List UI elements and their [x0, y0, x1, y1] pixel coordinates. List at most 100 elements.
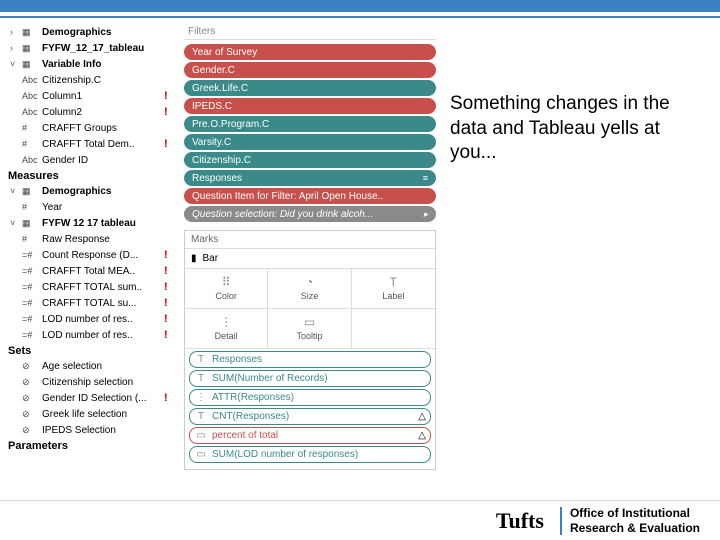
field-label: FYFW_12_17_tableau — [42, 43, 160, 54]
marks-size-button[interactable]: ◔ Size — [268, 269, 351, 309]
shelf-pill-label: Responses — [212, 354, 426, 365]
shelf-pill-label: ATTR(Responses) — [212, 392, 426, 403]
measure-field[interactable]: ˅▦Demographics — [8, 183, 176, 199]
filter-pill[interactable]: Question Item for Filter: April Open Hou… — [184, 188, 436, 204]
marks-shelf-pill[interactable]: TSUM(Number of Records) — [189, 370, 431, 387]
marks-shelf-pill[interactable]: ▭percent of total△ — [189, 427, 431, 444]
type-icon: # — [22, 123, 38, 133]
pill-label: Question Item for Filter: April Open Hou… — [192, 191, 428, 202]
fields-panel: ›▦Demographics›▦FYFW_12_17_tableau˅▦Vari… — [0, 22, 180, 492]
parameters-heading: Parameters — [8, 440, 176, 452]
marks-tooltip-button[interactable]: ▭ Tooltip — [268, 309, 351, 349]
filter-pill[interactable]: Pre.O.Program.C — [184, 116, 436, 132]
marks-cell-label: Size — [301, 291, 319, 301]
marks-type-label: Bar — [203, 253, 219, 264]
measure-field[interactable]: =#CRAFFT Total MEA..! — [8, 263, 176, 279]
shelf-pill-label: CNT(Responses) — [212, 411, 414, 422]
filter-pill[interactable]: Question selection: Did you drink alcoh.… — [184, 206, 436, 222]
dimension-field[interactable]: #CRAFFT Total Dem..! — [8, 136, 176, 152]
marks-cell-label: Color — [215, 291, 237, 301]
field-label: Raw Response — [42, 234, 160, 245]
dimension-field[interactable]: #CRAFFT Groups — [8, 120, 176, 136]
set-field[interactable]: ⊘Age selection — [8, 358, 176, 374]
filter-pill[interactable]: Gender.C — [184, 62, 436, 78]
dimension-field[interactable]: ›▦FYFW_12_17_tableau — [8, 40, 176, 56]
measure-field[interactable]: =#LOD number of res..! — [8, 327, 176, 343]
field-label: LOD number of res.. — [42, 314, 160, 325]
expand-icon: › — [10, 27, 18, 37]
measure-field[interactable]: #Year — [8, 199, 176, 215]
measure-field[interactable]: =#LOD number of res..! — [8, 311, 176, 327]
type-icon: =# — [22, 330, 38, 340]
shelf-pill-label: SUM(Number of Records) — [212, 373, 426, 384]
dimension-field[interactable]: ›▦Demographics — [8, 24, 176, 40]
type-icon: ⊘ — [22, 377, 38, 388]
dimension-field[interactable]: AbcGender ID — [8, 152, 176, 168]
type-icon: ⊘ — [22, 361, 38, 372]
alert-icon: ! — [164, 281, 174, 293]
marks-cell-icon: ◔ — [272, 275, 346, 289]
dimension-field[interactable]: ˅▦Variable Info — [8, 56, 176, 72]
filter-pill[interactable]: Year of Survey — [184, 44, 436, 60]
filter-pill[interactable]: IPEDS.C — [184, 98, 436, 114]
filter-pill[interactable]: Responses ≡ — [184, 170, 436, 186]
card-panel: Filters Year of SurveyGender.CGreek.Life… — [180, 22, 440, 492]
tufts-logo: Tufts — [496, 508, 544, 534]
marks-shelf-pill[interactable]: TResponses — [189, 351, 431, 368]
field-label: Column1 — [42, 91, 160, 102]
dimension-field[interactable]: AbcColumn1! — [8, 88, 176, 104]
marks-shelf-pill[interactable]: TCNT(Responses)△ — [189, 408, 431, 425]
measure-field[interactable]: ˅▦FYFW 12 17 tableau — [8, 215, 176, 231]
set-field[interactable]: ⊘Greek life selection — [8, 406, 176, 422]
measure-field[interactable]: =#CRAFFT TOTAL su...! — [8, 295, 176, 311]
marks-color-button[interactable]: ⠿Color — [185, 269, 268, 309]
pill-label: Citizenship.C — [192, 155, 428, 166]
measure-field[interactable]: =#CRAFFT TOTAL sum..! — [8, 279, 176, 295]
marks-cell-label: Tooltip — [296, 331, 322, 341]
pill-icon: ≡ — [423, 173, 428, 183]
measure-field[interactable]: =#Count Response (D...! — [8, 247, 176, 263]
type-icon: =# — [22, 314, 38, 324]
field-label: FYFW 12 17 tableau — [42, 218, 160, 229]
marks-detail-button[interactable]: ⋮Detail — [185, 309, 268, 349]
pill-label: Responses — [192, 173, 419, 184]
field-label: Demographics — [42, 186, 160, 197]
set-field[interactable]: ⊘Gender ID Selection (...! — [8, 390, 176, 406]
pill-label: Gender.C — [192, 65, 428, 76]
type-icon: # — [22, 234, 38, 244]
alert-icon: ! — [164, 392, 174, 404]
shelf-pill-label: percent of total — [212, 430, 414, 441]
marks-cell-icon: ▭ — [272, 315, 346, 329]
dimension-field[interactable]: AbcCitizenship.C — [8, 72, 176, 88]
filter-pill[interactable]: Greek.Life.C — [184, 80, 436, 96]
bar-icon: ▮ — [191, 253, 197, 264]
marks-label-button[interactable]: TLabel — [352, 269, 435, 309]
slide-rule — [0, 16, 720, 18]
set-field[interactable]: ⊘Citizenship selection — [8, 374, 176, 390]
filter-pill[interactable]: Varsity.C — [184, 134, 436, 150]
field-label: LOD number of res.. — [42, 330, 160, 341]
set-field[interactable]: ⊘IPEDS Selection — [8, 422, 176, 438]
type-icon: ⊘ — [22, 425, 38, 436]
field-label: Variable Info — [42, 59, 160, 70]
type-icon: =# — [22, 298, 38, 308]
alert-icon: ! — [164, 265, 174, 277]
shelf-slot-icon: ▭ — [194, 449, 208, 460]
field-label: Year — [42, 202, 160, 213]
pill-label: IPEDS.C — [192, 101, 428, 112]
type-icon: # — [22, 139, 38, 149]
dimension-field[interactable]: AbcColumn2! — [8, 104, 176, 120]
marks-shelf-pill[interactable]: ▭ SUM(LOD number of responses) — [189, 446, 431, 463]
alert-icon: ! — [164, 297, 174, 309]
alert-icon: ! — [164, 106, 174, 118]
measure-field[interactable]: # Raw Response — [8, 231, 176, 247]
slide-topbar — [0, 0, 720, 12]
type-icon: ▦ — [22, 59, 38, 70]
type-icon: Abc — [22, 75, 38, 85]
shelf-pill-label: SUM(LOD number of responses) — [212, 449, 426, 460]
pill-label: Year of Survey — [192, 47, 428, 58]
marks-shelf-pill[interactable]: ⋮ATTR(Responses) — [189, 389, 431, 406]
type-icon: ⊘ — [22, 409, 38, 420]
filter-pill[interactable]: Citizenship.C — [184, 152, 436, 168]
marks-type-selector[interactable]: ▮ Bar — [185, 249, 435, 269]
